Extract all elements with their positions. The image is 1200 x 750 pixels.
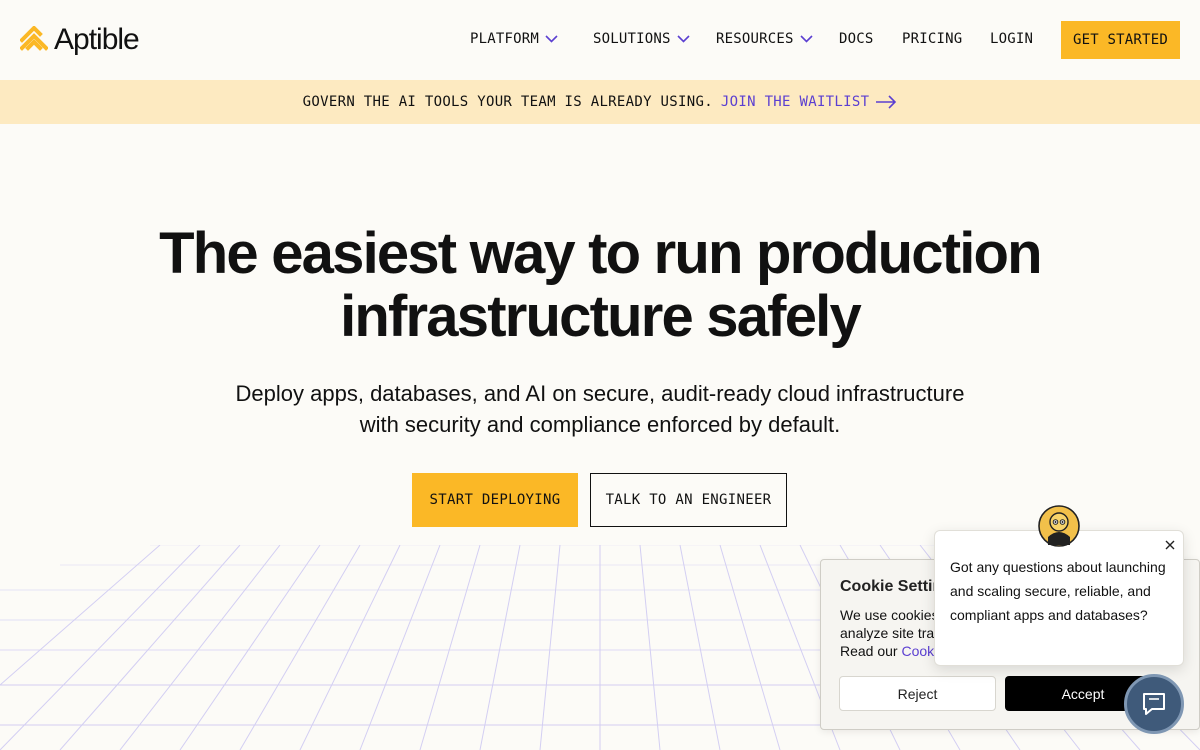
hero-subtitle: Deploy apps, databases, and AI on secure…: [0, 378, 1200, 440]
cookie-title: Cookie Settin: [840, 578, 943, 595]
reject-button[interactable]: Reject: [839, 676, 996, 711]
arrow-right-icon: [876, 95, 897, 109]
nav-solutions[interactable]: SOLUTIONS: [593, 31, 690, 47]
chevron-down-icon: [545, 35, 558, 43]
join-waitlist-link[interactable]: JOIN THE WAITLIST: [721, 94, 897, 110]
join-waitlist-label: JOIN THE WAITLIST: [720, 94, 870, 110]
nav-resources[interactable]: RESOURCES: [716, 31, 813, 47]
close-icon[interactable]: [1163, 538, 1177, 552]
chat-launcher-button[interactable]: [1124, 674, 1184, 734]
get-started-button[interactable]: GET STARTED: [1061, 21, 1180, 59]
cookie-line3-prefix: Read our: [840, 643, 902, 659]
hero-title: The easiest way to run production infras…: [0, 222, 1200, 348]
chevron-down-icon: [677, 35, 690, 43]
nav-platform[interactable]: PLATFORM: [470, 31, 558, 47]
hero-title-line2: infrastructure safely: [340, 284, 862, 349]
logo[interactable]: Aptible: [20, 23, 140, 56]
chevron-down-icon: [800, 35, 813, 43]
chat-message-text: Got any questions about launching and sc…: [950, 559, 1166, 623]
nav-resources-label: RESOURCES: [716, 31, 794, 47]
nav-login[interactable]: LOGIN: [990, 31, 1033, 47]
talk-to-engineer-button[interactable]: TALK TO AN ENGINEER: [590, 473, 787, 527]
announcement-banner: GOVERN THE AI TOOLS YOUR TEAM IS ALREADY…: [0, 80, 1200, 124]
chatbot-avatar-icon: [1038, 505, 1080, 547]
banner-text: GOVERN THE AI TOOLS YOUR TEAM IS ALREADY…: [302, 94, 713, 110]
chat-icon: [1143, 693, 1165, 715]
site-header: Aptible PLATFORM SOLUTIONS RESOURCES DOC…: [0, 0, 1200, 80]
nav-solutions-label: SOLUTIONS: [593, 31, 671, 47]
nav-platform-label: PLATFORM: [470, 31, 540, 47]
chat-message-bubble[interactable]: Got any questions about launching and sc…: [934, 530, 1184, 666]
hero-subtitle-line1: Deploy apps, databases, and AI on secure…: [235, 381, 965, 406]
hero-subtitle-line2: with security and compliance enforced by…: [359, 412, 841, 437]
nav-pricing[interactable]: PRICING: [902, 31, 962, 47]
nav-docs[interactable]: DOCS: [839, 31, 874, 47]
start-deploying-button[interactable]: START DEPLOYING: [412, 473, 578, 527]
logo-text: Aptible: [54, 23, 140, 56]
hero-title-line1: The easiest way to run production: [159, 221, 1042, 286]
aptible-logo-icon: [20, 26, 48, 51]
cookie-policy-link[interactable]: Cooki: [901, 643, 937, 659]
